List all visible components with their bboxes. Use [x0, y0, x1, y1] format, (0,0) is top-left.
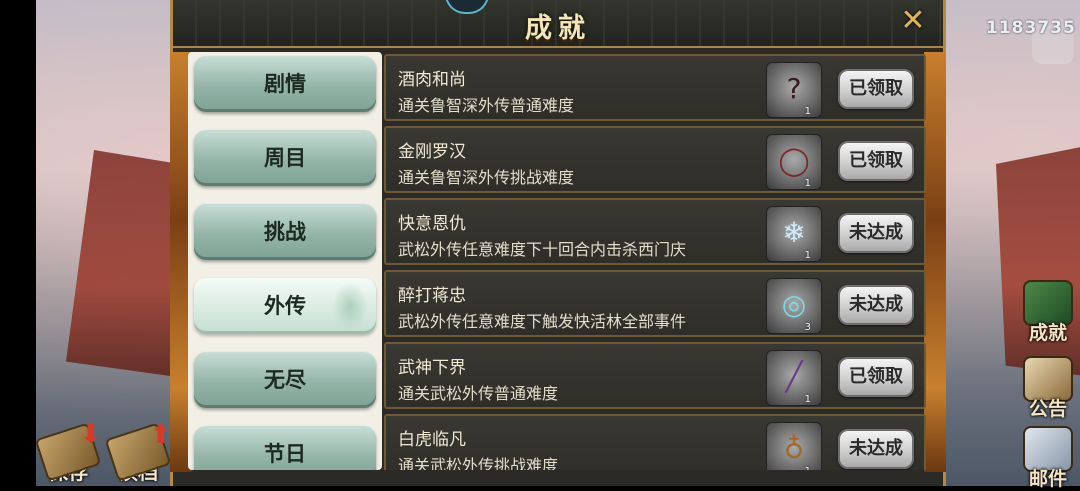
- load-arrow-icon: ⬆: [150, 420, 172, 450]
- achievement-row: 酒肉和尚 通关鲁智深外传普通难度 ? 1 已领取: [384, 54, 926, 121]
- not-achieved-button[interactable]: 未达成: [838, 285, 914, 325]
- claimed-button[interactable]: 已领取: [838, 69, 914, 109]
- achievement-desc: 武松外传任意难度下十回合内击杀西门庆: [398, 240, 687, 259]
- achievement-name: 白虎临凡: [398, 430, 466, 450]
- notice-side-button[interactable]: 公告: [1016, 356, 1080, 421]
- reward-count: 3: [804, 322, 811, 333]
- reward-count: 1: [804, 106, 811, 117]
- reward-glyph: ♁: [783, 432, 805, 465]
- reward-glyph: ╱: [785, 360, 803, 393]
- tab-cycle[interactable]: 周目: [194, 130, 376, 186]
- category-tabs: 剧情 周目 挑战 外传 无尽 节日: [188, 52, 382, 470]
- achievement-side-label: 成就: [1028, 322, 1067, 344]
- achievement-name: 金刚罗汉: [398, 142, 466, 162]
- achievement-desc: 通关鲁智深外传普通难度: [398, 96, 575, 115]
- claimed-button[interactable]: 已领取: [838, 141, 914, 181]
- reward-count: 1: [804, 250, 811, 261]
- mail-side-label: 邮件: [1028, 468, 1067, 490]
- notice-side-label: 公告: [1028, 398, 1067, 420]
- staff-icon[interactable]: ╱ 1: [766, 350, 822, 406]
- mail-side-button[interactable]: 邮件: [1016, 426, 1080, 491]
- achievement-name: 武神下界: [398, 358, 466, 378]
- not-achieved-button[interactable]: 未达成: [838, 213, 914, 253]
- claimed-button[interactable]: 已领取: [838, 357, 914, 397]
- reward-count: 1: [804, 178, 811, 189]
- tab-side-story[interactable]: 外传: [194, 278, 376, 334]
- crossed-swords-icon[interactable]: ✕: [889, 2, 937, 40]
- tab-story[interactable]: 剧情: [194, 56, 376, 112]
- achievement-row: 武神下界 通关武松外传普通难度 ╱ 1 已领取: [384, 342, 926, 409]
- achievement-name: 醉打蒋忠: [398, 286, 466, 306]
- achievement-desc: 通关武松外传挑战难度: [398, 456, 559, 470]
- title-bar: 成就 ✕: [173, 0, 943, 48]
- achievement-name: 快意恩仇: [398, 214, 466, 234]
- screen-edge-bar: [0, 0, 36, 486]
- tab-challenge[interactable]: 挑战: [194, 204, 376, 260]
- tab-festival[interactable]: 节日: [194, 426, 376, 470]
- panel-title: 成就: [525, 13, 591, 44]
- achievement-desc: 通关武松外传普通难度: [398, 384, 559, 403]
- achievement-row: 金刚罗汉 通关鲁智深外传挑战难度 ◯ 1 已领取: [384, 126, 926, 193]
- score-display: 1183735: [986, 18, 1076, 38]
- ice-crystal-icon[interactable]: ❄ 1: [766, 206, 822, 262]
- achievement-side-button[interactable]: 成就: [1016, 280, 1080, 345]
- not-achieved-button[interactable]: 未达成: [838, 429, 914, 469]
- monk-silhouette-icon[interactable]: ? 1: [766, 62, 822, 118]
- reward-glyph: ◎: [781, 288, 807, 321]
- achievement-row: 醉打蒋忠 武松外传任意难度下触发快活林全部事件 ◎ 3 未达成: [384, 270, 926, 337]
- achievement-row: 快意恩仇 武松外传任意难度下十回合内击杀西门庆 ❄ 1 未达成: [384, 198, 926, 265]
- reward-count: 1: [805, 466, 811, 470]
- reward-count: 1: [804, 394, 811, 405]
- save-arrow-icon: ⬇: [80, 420, 102, 450]
- tab-endless[interactable]: 无尽: [194, 352, 376, 408]
- achievement-desc: 武松外传任意难度下触发快活林全部事件: [398, 312, 687, 331]
- gourd-icon[interactable]: ♁ 1: [766, 422, 822, 470]
- achievement-list[interactable]: 酒肉和尚 通关鲁智深外传普通难度 ? 1 已领取 金刚罗汉 通关鲁智深外传挑战难…: [384, 52, 926, 470]
- right-pillar-decoration: [924, 52, 946, 472]
- achievement-row: 白虎临凡 通关武松外传挑战难度 ♁ 1 未达成: [384, 414, 926, 470]
- wine-bucket-icon[interactable]: ◎ 3: [766, 278, 822, 334]
- achievement-desc: 通关鲁智深外传挑战难度: [398, 168, 575, 187]
- achievement-name: 酒肉和尚: [398, 70, 466, 90]
- prayer-beads-icon[interactable]: ◯ 1: [766, 134, 822, 190]
- reward-glyph: ❄: [782, 216, 806, 249]
- reward-glyph: ?: [786, 72, 802, 105]
- reward-glyph: ◯: [778, 144, 810, 177]
